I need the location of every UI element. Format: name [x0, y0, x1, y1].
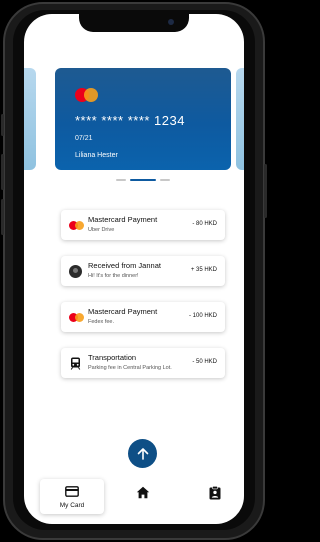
card-holder-name: Liliana Hester: [75, 152, 118, 159]
transaction-title: Received from Jannat: [88, 261, 161, 270]
credit-card[interactable]: **** **** **** 1234 07/21 Liliana Hester: [55, 68, 231, 170]
home-icon: [136, 486, 150, 499]
transaction-item[interactable]: Mastercard Payment Uber Drive - 80 HKD: [61, 210, 225, 240]
nav-my-card-label: My Card: [59, 502, 85, 509]
carousel-dot[interactable]: [116, 179, 126, 181]
avatar: [69, 265, 82, 278]
volume-up-button: [1, 154, 4, 190]
transaction-subtitle: Fedex fee.: [88, 319, 114, 325]
card-next[interactable]: [236, 68, 244, 170]
carousel-indicator: [116, 179, 170, 181]
transaction-subtitle: Parking fee in Central Parking Lot.: [88, 365, 172, 371]
app-screen: **** **** **** 1234 07/21 Liliana Hester…: [24, 14, 244, 524]
card-expiry: 07/21: [75, 135, 93, 142]
transaction-title: Transportation: [88, 353, 137, 362]
card-previous[interactable]: [24, 68, 36, 170]
carousel-dot[interactable]: [160, 179, 170, 181]
transaction-item[interactable]: Mastercard Payment Fedex fee. - 100 HKD: [61, 302, 225, 332]
mastercard-logo-icon: [69, 219, 84, 232]
transaction-title: Mastercard Payment: [88, 307, 158, 316]
transaction-amount: - 100 HKD: [188, 313, 217, 319]
camera: [168, 19, 174, 25]
transaction-item[interactable]: Received from Jannat Hi! It's for the di…: [61, 256, 225, 286]
card-number: **** **** **** 1234: [75, 113, 185, 128]
mute-switch: [1, 114, 4, 136]
power-button: [264, 164, 267, 218]
transaction-subtitle: Uber Drive: [88, 227, 115, 233]
volume-down-button: [1, 199, 4, 235]
transaction-title: Mastercard Payment: [88, 215, 158, 224]
transaction-amount: - 80 HKD: [192, 221, 217, 227]
transaction-amount: - 50 HKD: [192, 359, 217, 365]
carousel-dot-active[interactable]: [130, 179, 156, 181]
transaction-amount: + 35 HKD: [190, 267, 217, 273]
nav-my-card[interactable]: My Card: [40, 479, 104, 514]
transaction-subtitle: Hi! It's for the dinner!: [88, 273, 139, 279]
credit-card-icon: [65, 486, 79, 497]
mastercard-logo-icon: [69, 311, 84, 324]
nav-home[interactable]: [136, 486, 150, 504]
transaction-item[interactable]: Transportation Parking fee in Central Pa…: [61, 348, 225, 378]
clipboard-user-icon: [209, 486, 221, 500]
nav-profile[interactable]: [209, 486, 221, 505]
train-icon: [69, 357, 82, 370]
scroll-up-button[interactable]: [128, 439, 157, 468]
mastercard-logo-icon: [75, 88, 101, 104]
arrow-up-icon: [137, 447, 148, 460]
